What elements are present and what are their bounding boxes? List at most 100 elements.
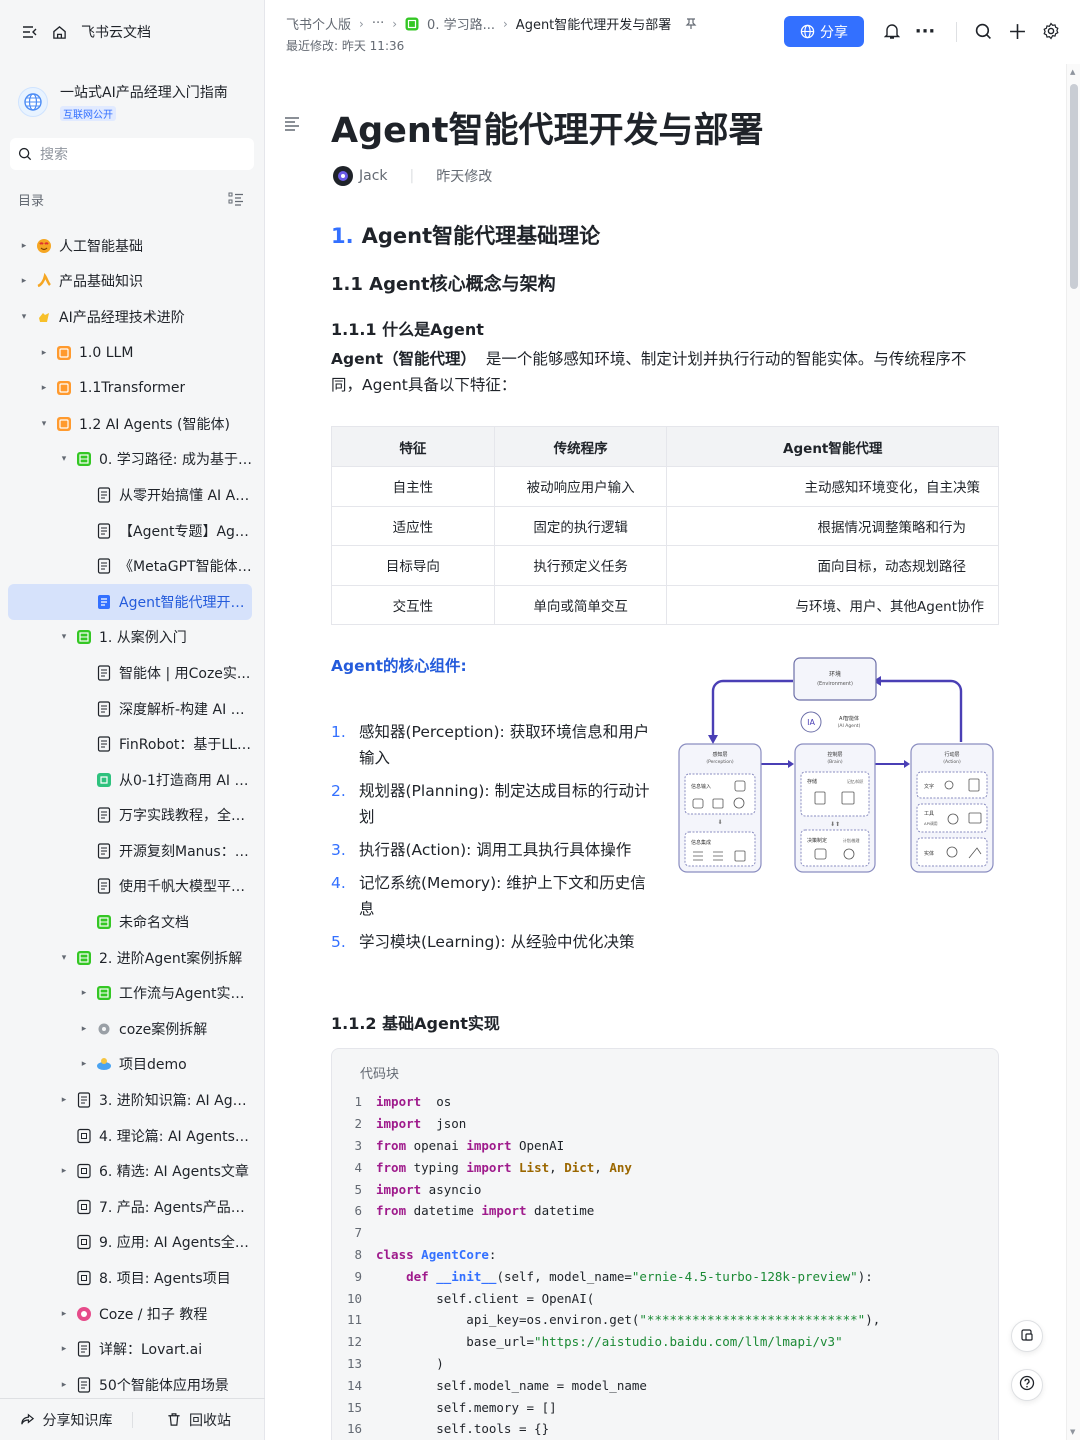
sidebar-item[interactable]: ▾ 1. 从案例入门: [8, 620, 252, 656]
sidebar-item[interactable]: 从0-1打造商用 AI A...: [8, 762, 252, 798]
help-button[interactable]: [1011, 1369, 1043, 1401]
sidebar-item[interactable]: 未命名文档: [8, 904, 252, 940]
expand-arrow-icon[interactable]: ▸: [38, 383, 50, 393]
crumb-more[interactable]: ···: [372, 16, 384, 31]
share-button[interactable]: 分享: [784, 16, 864, 47]
sidebar-item[interactable]: ▸ 1.0 LLM: [8, 335, 252, 371]
expand-arrow-icon[interactable]: ▾: [58, 632, 70, 642]
crumb-parent[interactable]: 0. 学习路...: [427, 14, 495, 33]
sidebar-item[interactable]: ▸ Coze / 扣子 教程: [8, 1296, 252, 1332]
collapse-sidebar-icon[interactable]: [22, 25, 38, 39]
search-placeholder: 搜索: [40, 147, 68, 163]
sidebar-item[interactable]: ▸ coze案例拆解: [8, 1011, 252, 1047]
sidebar-item[interactable]: ▾ 0. 学习路径: 成为基于A...: [8, 442, 252, 478]
expand-arrow-icon[interactable]: ▸: [58, 1166, 70, 1176]
sidebar-item[interactable]: 开源复刻Manus：O...: [8, 833, 252, 869]
last-modified: 最近修改: 昨天 11:36: [286, 39, 405, 53]
expand-arrow-icon[interactable]: ▾: [58, 953, 70, 963]
code-block[interactable]: 代码块 1 import os 2 import json 3 from openai i…: [331, 1048, 999, 1440]
sidebar-item-label: 【Agent专题】Agen...: [119, 523, 252, 540]
kb-public-tag: 互联网公开: [60, 106, 116, 121]
expand-arrow-icon[interactable]: ▸: [78, 1024, 90, 1034]
code-token: ,: [594, 1159, 610, 1175]
sidebar-item[interactable]: 深度解析-构建 AI A...: [8, 691, 252, 727]
sidebar-item[interactable]: 《MetaGPT智能体开...: [8, 548, 252, 584]
sidebar-item[interactable]: 9. 应用: AI Agents全景图: [8, 1225, 252, 1261]
share-kb-button[interactable]: 分享知识库: [0, 1410, 132, 1430]
document-icon: [96, 522, 112, 539]
code-line: 5 import asyncio: [332, 1178, 880, 1200]
sidebar-item[interactable]: ▸ 3. 进阶知识篇: AI Agen...: [8, 1082, 252, 1118]
agent-architecture-diagram[interactable]: 环境 (Environment) IA AI智能体 (AI Agent) 感知层…: [677, 654, 997, 874]
expand-arrow-icon[interactable]: ▾: [38, 419, 50, 429]
sidebar-item[interactable]: ▾ 1.2 AI Agents (智能体): [8, 406, 252, 442]
sidebar-item[interactable]: ▸ 6. 精选: AI Agents文章: [8, 1153, 252, 1189]
sidebar-item[interactable]: ▸ 详解：Lovart.ai: [8, 1331, 252, 1367]
sheet-icon: [76, 629, 92, 645]
sidebar-item-label: FinRobot：基于LLM...: [119, 737, 252, 754]
app-title[interactable]: 飞书云文档: [81, 22, 151, 42]
expand-arrow-icon[interactable]: ▸: [58, 1344, 70, 1354]
sidebar-item[interactable]: 8. 项目: Agents项目: [8, 1260, 252, 1296]
trash-button[interactable]: 回收站: [133, 1410, 265, 1430]
scroll-down-arrow-icon[interactable]: ▼: [1070, 1428, 1075, 1436]
expand-arrow-icon[interactable]: ▸: [38, 348, 50, 358]
diagram-agent-en: (AI Agent): [838, 723, 861, 729]
settings-gear-icon[interactable]: [1040, 20, 1062, 42]
scrollbar-thumb[interactable]: [1070, 84, 1078, 289]
crumb-root[interactable]: 飞书个人版: [286, 14, 351, 33]
sidebar-item[interactable]: Agent智能代理开发...: [8, 583, 252, 620]
diagram-env-en: (Environment): [817, 681, 853, 687]
expand-arrow-icon[interactable]: ▸: [58, 1095, 70, 1105]
sidebar-item[interactable]: ▾ AI产品经理技术进阶: [8, 299, 252, 335]
sidebar-item[interactable]: 智能体 | 用Coze实...: [8, 655, 252, 691]
sidebar-item[interactable]: 万字实践教程，全面...: [8, 798, 252, 834]
sidebar-item[interactable]: FinRobot：基于LLM...: [8, 726, 252, 762]
sidebar-item[interactable]: ▸ 人工智能基础: [8, 228, 252, 264]
diagram-info-fuse: 信息集成: [691, 839, 711, 846]
scrollbar[interactable]: ▲ ▼: [1066, 64, 1080, 1440]
search-icon[interactable]: [972, 20, 994, 42]
sidebar-item[interactable]: ▸ 项目demo: [8, 1047, 252, 1083]
avatar[interactable]: [333, 166, 353, 186]
outline-toggle-icon[interactable]: [284, 116, 300, 135]
sidebar-item[interactable]: 【Agent专题】Agen...: [8, 513, 252, 549]
sidebar-item[interactable]: 使用千帆大模型平台...: [8, 869, 252, 905]
author-name[interactable]: Jack: [359, 168, 388, 184]
document-icon: [96, 843, 112, 859]
expand-arrow-icon[interactable]: ▸: [78, 1059, 90, 1069]
sidebar-item[interactable]: ▾ 2. 进阶Agent案例拆解: [8, 940, 252, 976]
knowledge-base-header[interactable]: 一站式AI产品经理入门指南 互联网公开: [8, 70, 256, 134]
page-title: Agent智能代理开发与部署: [331, 111, 764, 151]
expand-arrow-icon[interactable]: ▾: [58, 454, 70, 464]
expand-arrow-icon[interactable]: ▸: [58, 1309, 70, 1319]
bell-icon[interactable]: [881, 20, 903, 42]
sidebar-item[interactable]: ▸ 产品基础知识: [8, 264, 252, 300]
pin-icon[interactable]: [685, 17, 697, 30]
sidebar-item[interactable]: ▸ 工作流与Agent实战...: [8, 975, 252, 1011]
doc-assistant-button[interactable]: [1011, 1320, 1043, 1352]
line-number: 13: [346, 1355, 362, 1371]
sidebar-item[interactable]: 4. 理论篇: AI Agents理...: [8, 1118, 252, 1154]
expand-arrow-icon[interactable]: ▸: [78, 988, 90, 998]
expand-arrow-icon[interactable]: ▾: [18, 312, 30, 322]
add-icon[interactable]: [1006, 20, 1028, 42]
home-icon[interactable]: [52, 25, 67, 40]
expand-arrow-icon[interactable]: ▸: [58, 1380, 70, 1390]
code-token: ):: [857, 1268, 873, 1284]
emoji-icon: [36, 309, 52, 325]
code-token: openai: [406, 1137, 467, 1153]
sidebar-item[interactable]: 从零开始搞懂 AI Ag...: [8, 477, 252, 513]
more-icon[interactable]: ···: [914, 20, 936, 42]
search-input[interactable]: 搜索: [10, 138, 254, 170]
sidebar-item[interactable]: ▸ 1.1Transformer: [8, 370, 252, 406]
expand-arrow-icon[interactable]: ▸: [18, 241, 30, 251]
expand-arrow-icon[interactable]: ▸: [18, 276, 30, 286]
toolbar-divider: [956, 22, 957, 42]
search-icon: [18, 147, 32, 161]
sidebar-item[interactable]: 7. 产品: Agents产品分析: [8, 1189, 252, 1225]
toc-settings-icon[interactable]: [228, 192, 244, 206]
code-token: Dict: [564, 1159, 595, 1175]
doc-meta: Jack | 昨天修改: [333, 166, 492, 186]
scroll-up-arrow-icon[interactable]: ▲: [1070, 68, 1075, 76]
